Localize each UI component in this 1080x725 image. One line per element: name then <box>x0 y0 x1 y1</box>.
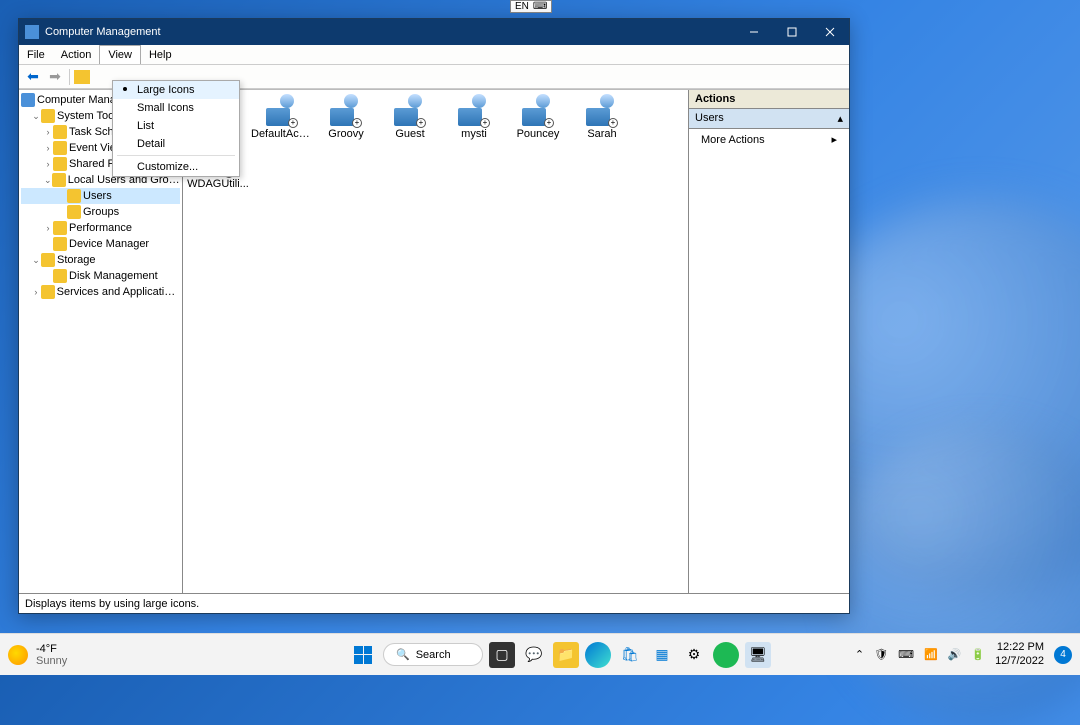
keyboard-tray-icon[interactable]: ⌨ <box>898 648 914 661</box>
forward-button[interactable]: ➡ <box>45 68 65 86</box>
view-dropdown: Large Icons Small Icons List Detail Cust… <box>112 80 240 177</box>
weather-cond: Sunny <box>36 655 67 667</box>
more-actions[interactable]: More Actions ▸ <box>689 129 849 150</box>
users-icon-panel: +...strator+DefaultAcc...+Groovy+Guest+m… <box>183 90 689 593</box>
user-sarah[interactable]: + Sarah <box>571 94 633 140</box>
app-icon-1[interactable]: ▦ <box>649 642 675 668</box>
user-mysti[interactable]: + mysti <box>443 94 505 140</box>
taskbar-clock[interactable]: 12:22 PM 12/7/2022 <box>995 641 1044 667</box>
back-button[interactable]: ⬅ <box>23 68 43 86</box>
edge-icon[interactable] <box>585 642 611 668</box>
view-list[interactable]: List <box>113 117 239 135</box>
settings-icon[interactable]: ⚙ <box>681 642 707 668</box>
user-icon: + <box>328 94 364 126</box>
user-icon: + <box>456 94 492 126</box>
user-label: Guest <box>379 128 441 140</box>
computer-management-window: Computer Management File Action View Hel… <box>18 18 850 614</box>
start-button[interactable] <box>349 641 377 669</box>
spotify-icon[interactable] <box>713 642 739 668</box>
sun-icon <box>8 645 28 665</box>
taskbar-search[interactable]: 🔍 Search <box>383 643 483 666</box>
menu-file[interactable]: File <box>19 45 53 64</box>
collapse-icon: ▴ <box>837 112 843 125</box>
view-large-icons[interactable]: Large Icons <box>113 81 239 99</box>
user-icon: + <box>584 94 620 126</box>
taskbar-weather[interactable]: -4°F Sunny <box>8 643 308 667</box>
user-label: Groovy <box>315 128 377 140</box>
menubar: File Action View Help <box>19 45 849 65</box>
window-title: Computer Management <box>45 26 735 38</box>
chevron-right-icon: ▸ <box>831 133 837 146</box>
actions-panel: Actions Users ▴ More Actions ▸ <box>689 90 849 593</box>
user-label: mysti <box>443 128 505 140</box>
view-detail[interactable]: Detail <box>113 135 239 153</box>
view-small-icons[interactable]: Small Icons <box>113 99 239 117</box>
windows-logo-icon <box>354 646 372 664</box>
user-pouncey[interactable]: + Pouncey <box>507 94 569 140</box>
close-button[interactable] <box>811 19 849 45</box>
minimize-button[interactable] <box>735 19 773 45</box>
menu-action[interactable]: Action <box>53 45 100 64</box>
maximize-button[interactable] <box>773 19 811 45</box>
tray-chevron-icon[interactable]: ⌃ <box>855 648 864 661</box>
app-icon <box>25 25 39 39</box>
battery-icon[interactable]: 🔋 <box>971 648 985 661</box>
taskbar: -4°F Sunny 🔍 Search ▢ 💬 📁 🛍 ▦ ⚙ 🖥 ⌃ 🛡 ⌨ … <box>0 633 1080 675</box>
file-explorer-icon[interactable]: 📁 <box>553 642 579 668</box>
actions-header: Actions <box>689 90 849 109</box>
wifi-icon[interactable]: 📶 <box>924 648 938 661</box>
security-icon[interactable]: 🛡 <box>874 648 888 661</box>
store-icon[interactable]: 🛍 <box>617 642 643 668</box>
tree-item-performance[interactable]: ›Performance <box>21 220 180 236</box>
toolbar-icon-1[interactable] <box>74 70 90 84</box>
user-defaultaccount[interactable]: + DefaultAcc... <box>251 94 313 140</box>
statusbar: Displays items by using large icons. <box>19 593 849 613</box>
chat-icon[interactable]: 💬 <box>521 642 547 668</box>
user-icon: + <box>264 94 300 126</box>
titlebar[interactable]: Computer Management <box>19 19 849 45</box>
compmgmt-icon[interactable]: 🖥 <box>745 642 771 668</box>
user-label: WDAGUtili... <box>187 178 249 190</box>
toolbar-icon-2[interactable] <box>92 68 112 86</box>
tree-item-device-manager[interactable]: Device Manager <box>21 236 180 252</box>
menu-view[interactable]: View <box>99 45 141 64</box>
tree-item-storage[interactable]: ⌄Storage <box>21 252 180 268</box>
user-label: Pouncey <box>507 128 569 140</box>
view-customize[interactable]: Customize... <box>113 158 239 176</box>
menu-help[interactable]: Help <box>141 45 180 64</box>
volume-icon[interactable]: 🔊 <box>948 648 962 661</box>
tree-item-groups[interactable]: Groups <box>21 204 180 220</box>
keyboard-icon: ⌨ <box>533 1 547 12</box>
task-view-icon[interactable]: ▢ <box>489 642 515 668</box>
actions-context[interactable]: Users ▴ <box>689 109 849 129</box>
user-groovy[interactable]: + Groovy <box>315 94 377 140</box>
user-label: DefaultAcc... <box>251 128 313 140</box>
language-indicator[interactable]: EN ⌨ <box>510 0 552 13</box>
tree-item-services-and-applications[interactable]: ›Services and Applications <box>21 284 180 300</box>
search-icon: 🔍 <box>396 648 410 661</box>
tree-item-users[interactable]: Users <box>21 188 180 204</box>
notification-badge[interactable]: 4 <box>1054 646 1072 664</box>
user-icon: + <box>520 94 556 126</box>
user-label: Sarah <box>571 128 633 140</box>
user-icon: + <box>392 94 428 126</box>
tree-item-disk-management[interactable]: Disk Management <box>21 268 180 284</box>
weather-temp: -4°F <box>36 643 67 655</box>
user-guest[interactable]: + Guest <box>379 94 441 140</box>
